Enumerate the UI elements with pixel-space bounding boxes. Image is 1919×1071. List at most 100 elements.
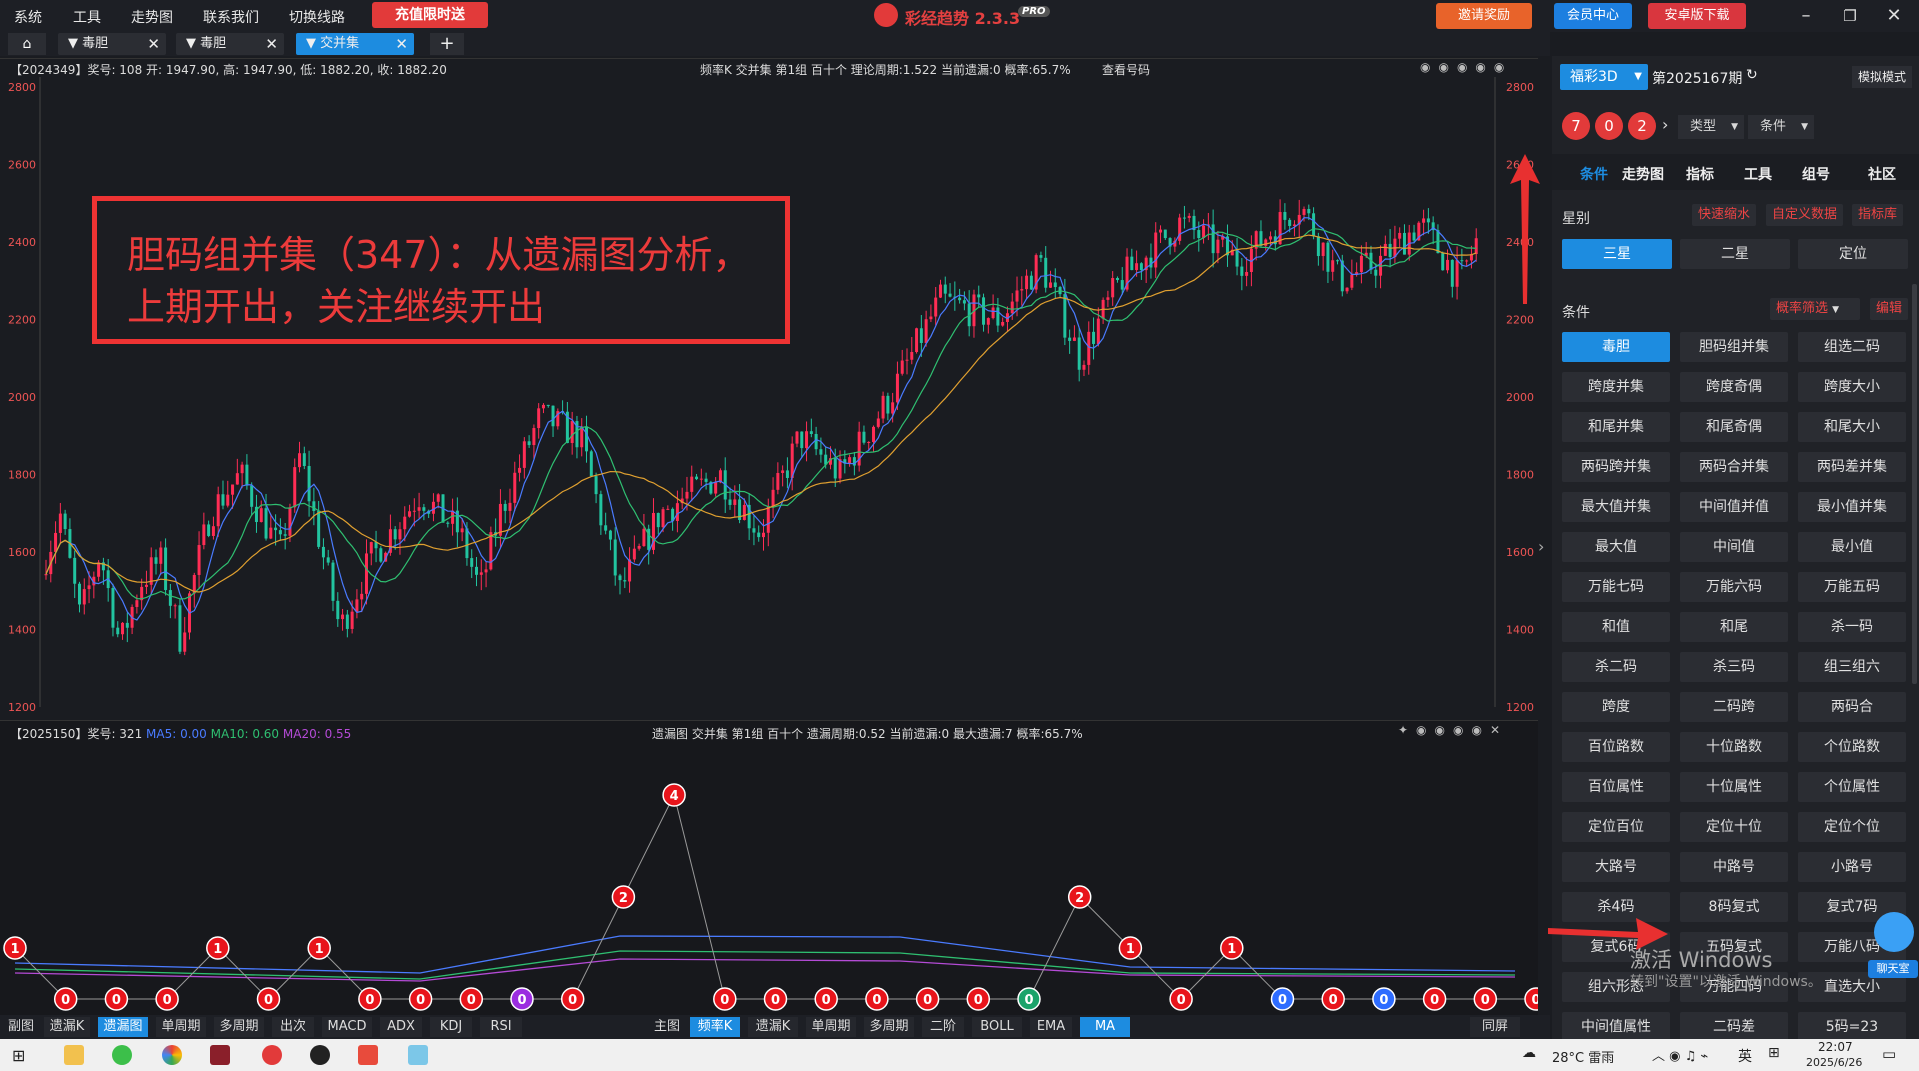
condition-31[interactable]: 十位路数 — [1680, 732, 1788, 762]
main-indicator-1[interactable]: 频率K — [690, 1017, 740, 1037]
sub-indicator-5[interactable]: 出次 — [272, 1017, 314, 1037]
chat-robot-icon[interactable] — [1874, 912, 1914, 952]
close-icon[interactable]: ✕ — [265, 33, 278, 55]
condition-33[interactable]: 百位属性 — [1562, 772, 1670, 802]
condition-43[interactable]: 8码复式 — [1680, 892, 1788, 922]
check-numbers-link[interactable]: 查看号码 — [1102, 61, 1150, 78]
ime-icon[interactable]: ⊞ — [1768, 1045, 1780, 1061]
chart-controls-icon[interactable]: ✦◉◉◉◉✕ — [1398, 723, 1508, 737]
condition-2[interactable]: 组选二码 — [1798, 332, 1906, 362]
condition-14[interactable]: 最小值并集 — [1798, 492, 1906, 522]
condition-9[interactable]: 两码跨并集 — [1562, 452, 1670, 482]
main-indicator-2[interactable]: 遗漏K — [748, 1017, 798, 1037]
main-indicator-4[interactable]: 多周期 — [864, 1017, 914, 1037]
close-icon[interactable]: ✕ — [147, 33, 160, 55]
condition-21[interactable]: 和值 — [1562, 612, 1670, 642]
condition-37[interactable]: 定位十位 — [1680, 812, 1788, 842]
condition-53[interactable]: 5码=23 — [1798, 1012, 1906, 1042]
condition-22[interactable]: 和尾 — [1680, 612, 1788, 642]
custom-data-button[interactable]: 自定义数据 — [1766, 204, 1844, 226]
tab-group[interactable]: 组号 — [1802, 164, 1830, 184]
indicator-lib-button[interactable]: 指标库 — [1852, 204, 1904, 226]
condition-20[interactable]: 万能五码 — [1798, 572, 1906, 602]
browser-icon[interactable] — [162, 1045, 182, 1065]
condition-28[interactable]: 二码跨 — [1680, 692, 1788, 722]
condition-11[interactable]: 两码差并集 — [1798, 452, 1906, 482]
tray-icons[interactable]: ︿ ◉ ♫ ⌁ — [1652, 1045, 1708, 1064]
condition-38[interactable]: 定位个位 — [1798, 812, 1906, 842]
chevron-right-icon[interactable]: › — [1662, 115, 1668, 134]
tab-jiaobingji[interactable]: ▼ 交并集 ✕ — [296, 33, 414, 55]
windows-start-icon[interactable]: ⊞ — [12, 1046, 25, 1065]
home-icon[interactable]: ⌂ — [8, 33, 46, 55]
condition-34[interactable]: 十位属性 — [1680, 772, 1788, 802]
condition-23[interactable]: 杀一码 — [1798, 612, 1906, 642]
tab-tools[interactable]: 工具 — [1744, 164, 1772, 184]
condition-10[interactable]: 两码合并集 — [1680, 452, 1788, 482]
sub-indicator-8[interactable]: KDJ — [430, 1017, 472, 1037]
close-icon[interactable]: ✕ — [395, 33, 408, 55]
refresh-icon[interactable]: ↻ — [1746, 67, 1758, 83]
chat-room-button[interactable]: 聊天室 — [1868, 960, 1918, 978]
condition-1[interactable]: 胆码组并集 — [1680, 332, 1788, 362]
condition-13[interactable]: 中间值并值 — [1680, 492, 1788, 522]
position-button[interactable]: 定位 — [1798, 239, 1908, 269]
condition-24[interactable]: 杀二码 — [1562, 652, 1670, 682]
wps-icon[interactable] — [210, 1045, 230, 1065]
quick-shrink-button[interactable]: 快速缩水 — [1692, 204, 1757, 226]
tab-dudan-2[interactable]: ▼ 毒胆 ✕ — [176, 33, 284, 55]
menu-switch-line[interactable]: 切换线路 — [289, 7, 345, 27]
add-tab-icon[interactable]: + — [430, 33, 464, 55]
condition-0[interactable]: 毒胆 — [1562, 332, 1670, 362]
condition-8[interactable]: 和尾大小 — [1798, 412, 1906, 442]
condition-26[interactable]: 组三组六 — [1798, 652, 1906, 682]
condition-19[interactable]: 万能六码 — [1680, 572, 1788, 602]
tab-trend[interactable]: 走势图 — [1622, 164, 1664, 184]
notification-icon[interactable]: ▭ — [1882, 1045, 1896, 1063]
notepad-icon[interactable] — [408, 1045, 428, 1065]
edit-button[interactable]: 编辑 — [1870, 298, 1909, 320]
wechat-icon[interactable] — [112, 1045, 132, 1065]
scrollbar[interactable] — [1912, 284, 1917, 684]
android-download-button[interactable]: 安卓版下载 — [1648, 3, 1746, 29]
prob-filter-select[interactable]: 概率筛选 ▼ — [1770, 298, 1860, 320]
tab-conditions[interactable]: 条件 — [1580, 164, 1608, 184]
chart-controls-icon[interactable]: ◉◉◉◉◉ — [1420, 60, 1512, 74]
main-indicator-8[interactable]: MA — [1080, 1017, 1130, 1037]
qq-icon[interactable] — [310, 1045, 330, 1065]
file-explorer-icon[interactable] — [64, 1045, 84, 1065]
condition-51[interactable]: 中间值属性 — [1562, 1012, 1670, 1042]
condition-32[interactable]: 个位路数 — [1798, 732, 1906, 762]
condition-25[interactable]: 杀三码 — [1680, 652, 1788, 682]
condition-27[interactable]: 跨度 — [1562, 692, 1670, 722]
condition-29[interactable]: 两码合 — [1798, 692, 1906, 722]
wps-office-icon[interactable] — [358, 1045, 378, 1065]
condition-36[interactable]: 定位百位 — [1562, 812, 1670, 842]
lottery-app-icon[interactable] — [262, 1045, 282, 1065]
condition-39[interactable]: 大路号 — [1562, 852, 1670, 882]
condition-12[interactable]: 最大值并集 — [1562, 492, 1670, 522]
condition-5[interactable]: 跨度大小 — [1798, 372, 1906, 402]
star-3-button[interactable]: 三星 — [1562, 239, 1672, 269]
invite-reward-button[interactable]: 邀请奖励 — [1436, 3, 1532, 29]
condition-select[interactable]: 条件 ▼ — [1748, 115, 1814, 139]
condition-7[interactable]: 和尾奇偶 — [1680, 412, 1788, 442]
promo-button[interactable]: 充值限时送 — [372, 2, 488, 28]
member-center-button[interactable]: 会员中心 — [1554, 3, 1632, 29]
input-lang[interactable]: 英 — [1738, 1046, 1752, 1066]
tab-community[interactable]: 社区 — [1868, 164, 1896, 184]
menu-trend[interactable]: 走势图 — [131, 7, 173, 27]
sub-indicator-1[interactable]: 遗漏K — [44, 1017, 90, 1037]
condition-30[interactable]: 百位路数 — [1562, 732, 1670, 762]
same-screen-button[interactable]: 同屏 — [1470, 1017, 1520, 1037]
main-indicator-6[interactable]: BOLL — [972, 1017, 1022, 1037]
condition-4[interactable]: 跨度奇偶 — [1680, 372, 1788, 402]
condition-3[interactable]: 跨度并集 — [1562, 372, 1670, 402]
condition-16[interactable]: 中间值 — [1680, 532, 1788, 562]
condition-18[interactable]: 万能七码 — [1562, 572, 1670, 602]
menu-system[interactable]: 系统 — [14, 7, 42, 27]
condition-41[interactable]: 小路号 — [1798, 852, 1906, 882]
sub-indicator-6[interactable]: MACD — [322, 1017, 372, 1037]
star-2-button[interactable]: 二星 — [1680, 239, 1790, 269]
menu-contact[interactable]: 联系我们 — [203, 7, 259, 27]
